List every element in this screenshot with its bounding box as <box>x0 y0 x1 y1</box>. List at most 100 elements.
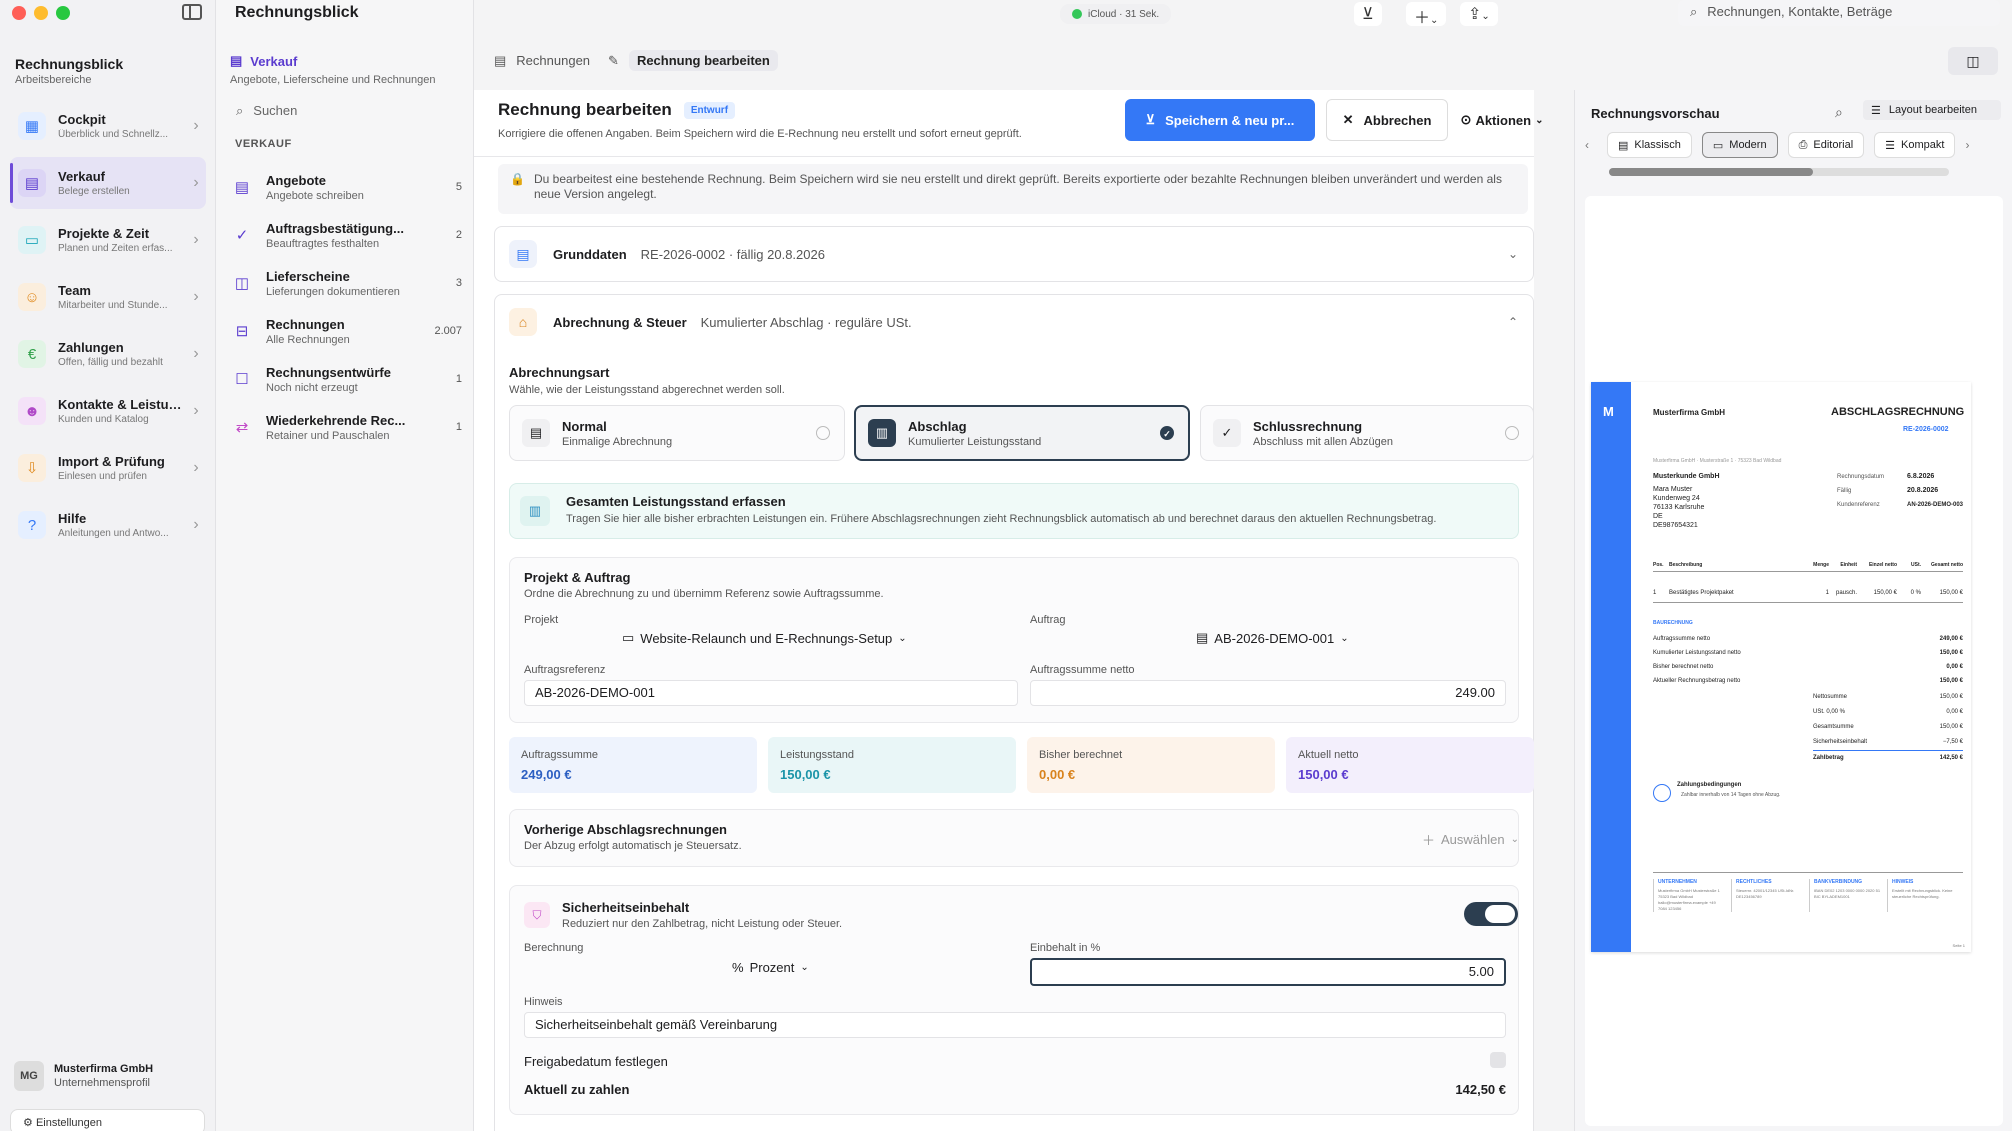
info-title: Gesamten Leistungsstand erfassen <box>566 494 786 509</box>
doc-title: ABSCHLAGSRECHNUNG <box>1831 406 1965 418</box>
document-icon: ▤ <box>1618 140 1629 152</box>
select-previous-button[interactable]: ＋ Auswählen ⌄ <box>1422 830 1519 849</box>
sidebar-item-projekte[interactable]: ▭ Projekte & Zeit Planen und Zeiten erfas… <box>10 214 206 266</box>
table-cell: 1 <box>1825 590 1829 596</box>
list-icon: ☰ <box>1885 140 1896 152</box>
percent-label: Einbehalt in % <box>1030 942 1101 954</box>
list-item-label: Lieferscheine <box>266 268 350 284</box>
tab-label: Editorial <box>1813 139 1854 151</box>
sidebar-toggle-icon[interactable] <box>182 4 202 20</box>
project-order-panel: Projekt & Auftrag Ordne die Abrechnung z… <box>509 557 1519 723</box>
note-input[interactable]: Sicherheitseinbehalt gemäß Vereinbarung <box>524 1012 1506 1038</box>
tabs-scrollbar[interactable] <box>1609 168 1949 176</box>
sales-item-rechnungen[interactable]: ⊟ Rechnungen Alle Rechnungen 2.007 <box>230 307 462 355</box>
order-sum-input[interactable]: 249.00 <box>1030 680 1506 706</box>
sales-item-lieferscheine[interactable]: ◫ Lieferscheine Lieferungen dokumentieren 3 <box>230 259 462 307</box>
breadcrumb-parent[interactable]: Rechnungen <box>516 53 590 68</box>
sidebar-item-label: Cockpit <box>58 112 106 127</box>
doc-meta: Rechnungsdatum 6.8.2026 Fällig 20.8.2026 K… <box>1837 470 1963 512</box>
share-button[interactable]: ⇪⌄ <box>1460 2 1498 26</box>
sidebar-item-hilfe[interactable]: ? Hilfe Anleitungen und Antwo... › <box>10 499 206 551</box>
radio-button[interactable] <box>1505 426 1519 440</box>
radio-button[interactable] <box>816 426 830 440</box>
chevron-right-icon: › <box>193 345 199 362</box>
search-icon[interactable]: ⌕ <box>1835 104 1843 121</box>
cancel-button[interactable]: ✕ Abbrechen <box>1326 99 1448 141</box>
sales-item-wiederkehrend[interactable]: ⇄ Wiederkehrende Rec... Retainer und Pausc… <box>230 403 462 451</box>
sidebar-item-team[interactable]: ☺ Team Mitarbeiter und Stunde... › <box>10 271 206 323</box>
billing-option-schlussrechnung[interactable]: ✓ Schlussrechnung Abschluss mit allen Abz… <box>1200 405 1534 461</box>
address-line: Kundenweg 24 <box>1653 495 1700 502</box>
tab-klassisch[interactable]: ▤ Klassisch <box>1607 132 1692 158</box>
reference-label: Auftragsreferenz <box>524 664 606 676</box>
billing-option-abschlag[interactable]: ▥ Abschlag Kumulierter Leistungsstand ✓ <box>854 405 1190 461</box>
basic-data-section[interactable]: ▤ Grunddaten RE-2026-0002 · fällig 20.8.… <box>494 226 1534 282</box>
inbox-icon: ⊟ <box>235 323 249 340</box>
sidebar-item-cockpit[interactable]: ▦ Cockpit Überblick und Schnellz... › <box>10 100 206 152</box>
info-desc: Tragen Sie hier alle bisher erbrachten L… <box>566 513 1437 525</box>
preview-title: Rechnungsvorschau <box>1591 106 1720 121</box>
save-button[interactable]: ⊻ Speichern & neu pr... <box>1125 99 1315 141</box>
actions-button[interactable]: ⊙ Aktionen ⌄ <box>1460 99 1544 141</box>
doc-items-table: Pos. Beschreibung Menge Einheit Einzel n… <box>1653 562 1963 603</box>
invoice-document: M Musterfirma GmbH ABSCHLAGSRECHNUNG RE-… <box>1591 382 1971 952</box>
edit-layout-button[interactable]: ☰ Layout bearbeiten <box>1863 100 2001 120</box>
sidebar-item-sub: Einlesen und prüfen <box>58 471 147 482</box>
sum-value: 150,00 € <box>1939 694 1963 700</box>
team-icon: ☺ <box>18 283 46 311</box>
inbox-tray-button[interactable]: ⊻ <box>1354 2 1382 26</box>
breadcrumb-current[interactable]: Rechnung bearbeiten <box>628 50 778 71</box>
chevron-down-icon[interactable]: ⌄ <box>1493 247 1533 261</box>
percent-input[interactable]: 5.00 <box>1030 958 1506 986</box>
sidebar-item-zahlungen[interactable]: € Zahlungen Offen, fällig und bezahlt › <box>10 328 206 380</box>
sidebar-item-verkauf[interactable]: ▤ Verkauf Belege erstellen › <box>10 157 206 209</box>
settings-button[interactable]: ⚙ Einstellungen <box>10 1109 205 1131</box>
chevron-right-icon: › <box>193 459 199 476</box>
minimize-window-button[interactable] <box>34 6 48 20</box>
workspace-subtitle: Arbeitsbereiche <box>15 74 92 86</box>
previous-desc: Der Abzug erfolgt automatisch je Steuers… <box>524 840 742 852</box>
list-icon: ☰ <box>1871 105 1881 117</box>
table-header-cell: Einzel netto <box>1868 562 1897 568</box>
order-reference-input[interactable]: AB-2026-DEMO-001 <box>524 680 1018 706</box>
release-date-checkbox[interactable] <box>1490 1052 1506 1068</box>
order-picker[interactable]: ▤ AB-2026-DEMO-001 ⌄ <box>1196 630 1349 646</box>
radio-button-checked[interactable]: ✓ <box>1160 426 1174 440</box>
sidebar-item-kontakte[interactable]: ☻ Kontakte & Leistun... Kunden und Katalo… <box>10 385 206 437</box>
document-icon: ▤ <box>230 53 243 68</box>
chevron-right-icon: › <box>193 117 199 134</box>
billing-option-normal[interactable]: ▤ Normal Einmalige Abrechnung <box>509 405 845 461</box>
chevron-left-icon[interactable]: ‹ <box>1585 138 1597 152</box>
tab-kompakt[interactable]: ☰ Kompakt <box>1874 132 1956 158</box>
close-window-button[interactable] <box>12 6 26 20</box>
footer-text: Steuernr. 42001/12345 USt-IdNr. DE123456… <box>1736 888 1795 899</box>
preview-panel-toggle-icon[interactable]: ◫ <box>1948 47 1998 75</box>
zoom-window-button[interactable] <box>56 6 70 20</box>
doc-construction-summary: BAURECHNUNG Auftragssumme netto 249,00 € … <box>1653 620 1963 688</box>
stat-bisher-berechnet: Bisher berechnet 0,00 € <box>1027 737 1275 793</box>
company-profile[interactable]: MG Musterfirma GmbH Unternehmensprofil <box>14 1061 153 1091</box>
sales-item-auftragsbestaetigung[interactable]: ✓ Auftragsbestätigung... Beauftragtes fest… <box>230 211 462 259</box>
check-circle-icon: ✓ <box>1213 419 1241 447</box>
sidebar-item-sub: Planen und Zeiten erfas... <box>58 243 173 254</box>
table-header: Pos. Beschreibung Menge Einheit Einzel n… <box>1653 562 1963 572</box>
section-meta: Kumulierter Abschlag · reguläre USt. <box>700 314 912 330</box>
add-button[interactable]: ＋⌄ <box>1406 2 1447 27</box>
option-name: Normal <box>562 418 607 434</box>
chevron-right-icon[interactable]: › <box>1965 138 1977 152</box>
calc-picker[interactable]: % Prozent ⌄ <box>732 960 809 975</box>
sales-search-input[interactable]: ⌕ Suchen <box>236 103 297 119</box>
retention-toggle[interactable] <box>1464 902 1518 926</box>
chevron-up-icon[interactable]: ⌃ <box>1493 315 1533 329</box>
tab-editorial[interactable]: ⎙ Editorial <box>1787 132 1865 158</box>
project-picker[interactable]: ▭ Website-Relaunch und E-Rechnungs-Setup ⌄ <box>622 630 907 646</box>
sales-item-angebote[interactable]: ▤ Angebote Angebote schreiben 5 <box>230 163 462 211</box>
sum-value: 0,00 € <box>1946 709 1963 715</box>
sidebar-item-import[interactable]: ⇩ Import & Prüfung Einlesen und prüfen › <box>10 442 206 494</box>
tab-modern[interactable]: ▭ Modern <box>1701 132 1778 158</box>
list-item-desc: Beauftragtes festhalten <box>266 237 380 250</box>
sales-item-rechnungsentwuerfe[interactable]: ☐ Rechnungsentwürfe Noch nicht erzeugt 1 <box>230 355 462 403</box>
doc-totals: Nettosumme 150,00 € USt. 0,00 % 0,00 € Ges… <box>1813 690 1963 766</box>
breadcrumb: ▤ Rechnungen ✎ Rechnung bearbeiten <box>494 50 778 71</box>
global-search-input[interactable]: ⌕ Rechnungen, Kontakte, Beträge <box>1678 0 2000 26</box>
